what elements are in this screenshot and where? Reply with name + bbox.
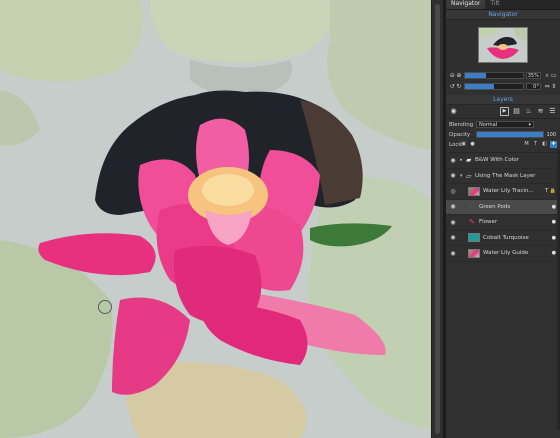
- layer-row-bw-with-color[interactable]: ◉ ▸ ▰ B&W With Color: [446, 153, 560, 169]
- opacity-value[interactable]: 100: [544, 132, 556, 138]
- zoom-fit-icon[interactable]: ⌕: [544, 72, 551, 79]
- mask-icon[interactable]: ◧: [541, 141, 548, 148]
- layers-menu-icon[interactable]: ☰: [548, 107, 557, 116]
- mirror-icon[interactable]: ⇔: [544, 83, 551, 90]
- blending-value: Normal: [479, 122, 498, 128]
- layers-list: ◉ ▸ ▰ B&W With Color ◉ ▾ ▱ Using The Mas…: [446, 152, 560, 262]
- layer-name: B&W With Color: [475, 157, 519, 164]
- blending-row: Blending Normal ▾: [446, 120, 560, 129]
- opacity-row: Opacity 100: [446, 130, 560, 139]
- layer-visibility-toggle-icon[interactable]: ◉: [449, 107, 458, 116]
- zoom-out-icon[interactable]: ⊖: [449, 72, 456, 79]
- painting-canvas[interactable]: [0, 0, 431, 438]
- zoom-slider-fill: [465, 73, 486, 78]
- rotation-row: ↺ ↻ 0° ⇔ ⇕: [446, 81, 560, 92]
- layer-row-green-pods[interactable]: ◉ ⸝ Green Pods ●: [446, 199, 560, 215]
- opacity-label: Opacity: [449, 131, 471, 138]
- eye-icon[interactable]: ◉: [446, 219, 460, 226]
- navigator-thumbnail[interactable]: [478, 27, 528, 63]
- tracing-layer-icon[interactable]: T: [532, 141, 539, 148]
- tracing-eye-icon[interactable]: ◎: [446, 188, 460, 195]
- layer-name: Green Pods: [479, 203, 511, 210]
- rotation-slider-fill: [465, 84, 494, 89]
- layer-toolbar: ◉ ▶ ▤ ♨ ≋ ☰: [446, 105, 560, 119]
- lock-pixels-icon[interactable]: ●: [469, 141, 476, 148]
- layer-row-flower[interactable]: ◉ ✎ Flower ●: [446, 215, 560, 231]
- layer-name: Water Lily Guide: [483, 250, 529, 257]
- flip-icon[interactable]: ⇕: [550, 83, 557, 90]
- folder-open-icon: ▱: [466, 171, 472, 180]
- app-window: Navigator Tilt Navigator ⊖ ⊕ 35% ⌕ ▭ ↺ ↻…: [0, 0, 560, 438]
- lock-row: Lock ▣ ● M T ◧ ✚: [446, 140, 560, 149]
- tab-tilt[interactable]: Tilt: [485, 0, 504, 9]
- play-icon[interactable]: ▶: [500, 107, 509, 116]
- blending-dropdown[interactable]: Normal ▾: [476, 121, 534, 128]
- paint-layer-icon: ⸝: [469, 202, 473, 211]
- eye-icon[interactable]: ◉: [446, 172, 460, 179]
- zoom-value[interactable]: 35%: [525, 72, 541, 79]
- chevron-down-icon: ▾: [528, 122, 531, 128]
- layer-thumbnail: [468, 248, 480, 258]
- layer-row-using-the-mask-layer[interactable]: ◉ ▾ ▱ Using The Mask Layer: [446, 169, 560, 184]
- zoom-window-icon[interactable]: ▭: [550, 72, 557, 79]
- layer-name: Flower: [479, 219, 498, 226]
- rotation-value[interactable]: 0°: [525, 83, 541, 90]
- rotation-slider[interactable]: [464, 83, 524, 90]
- brush-stroke-icon: ✎: [469, 218, 475, 227]
- layer-thumbnail: [468, 233, 480, 243]
- layer-thumbnail: [468, 186, 480, 196]
- layer-styles-icon[interactable]: ≋: [536, 107, 545, 116]
- eye-icon[interactable]: ◉: [446, 250, 460, 257]
- layer-effects-icon[interactable]: ♨: [524, 107, 533, 116]
- lock-transparency-icon[interactable]: ▣: [460, 141, 467, 148]
- navigator-thumbnail-image: [479, 28, 527, 62]
- rotate-left-icon[interactable]: ↺: [449, 83, 456, 90]
- navigator-title: Navigator: [446, 10, 560, 20]
- layer-row-cobalt-turquoise[interactable]: ◉ Cobalt Turquoise ●: [446, 231, 560, 246]
- opacity-slider[interactable]: [476, 131, 544, 138]
- layers-title: Layers: [446, 95, 560, 105]
- panel-tabbar: Navigator Tilt: [446, 0, 560, 10]
- rotate-right-icon[interactable]: ↻: [456, 83, 463, 90]
- layer-name: Cobalt Turquoise: [483, 234, 529, 241]
- merge-layer-icon[interactable]: M: [523, 141, 530, 148]
- tab-navigator[interactable]: Navigator: [446, 0, 486, 9]
- canvas-artwork: [0, 0, 431, 438]
- navigator-preview-area[interactable]: [446, 20, 560, 70]
- reference-layer-icon[interactable]: ✚: [550, 141, 557, 148]
- layer-name: Using The Mask Layer: [475, 172, 536, 179]
- eye-icon[interactable]: ◉: [446, 157, 460, 164]
- scrollbar-thumb[interactable]: [435, 4, 440, 434]
- add-layer-icon[interactable]: ▤: [512, 107, 521, 116]
- eye-icon[interactable]: ◉: [446, 203, 460, 210]
- canvas-vertical-scrollbar[interactable]: [431, 0, 443, 438]
- layer-row-water-lily-guide[interactable]: ◉ Water Lily Guide ●: [446, 246, 560, 262]
- blending-label: Blending: [449, 121, 474, 128]
- layer-row-water-lily-tracing[interactable]: ◎ Water Lily Tracin... T 🔒: [446, 184, 560, 200]
- opacity-slider-fill: [477, 132, 543, 137]
- zoom-in-icon[interactable]: ⊕: [456, 72, 463, 79]
- layer-name: Water Lily Tracin...: [483, 188, 534, 195]
- folder-icon: ▰: [466, 156, 472, 165]
- zoom-slider[interactable]: [464, 72, 524, 79]
- zoom-row: ⊖ ⊕ 35% ⌕ ▭: [446, 70, 560, 81]
- eye-icon[interactable]: ◉: [446, 234, 460, 241]
- side-panel: Navigator Tilt Navigator ⊖ ⊕ 35% ⌕ ▭ ↺ ↻…: [446, 0, 560, 438]
